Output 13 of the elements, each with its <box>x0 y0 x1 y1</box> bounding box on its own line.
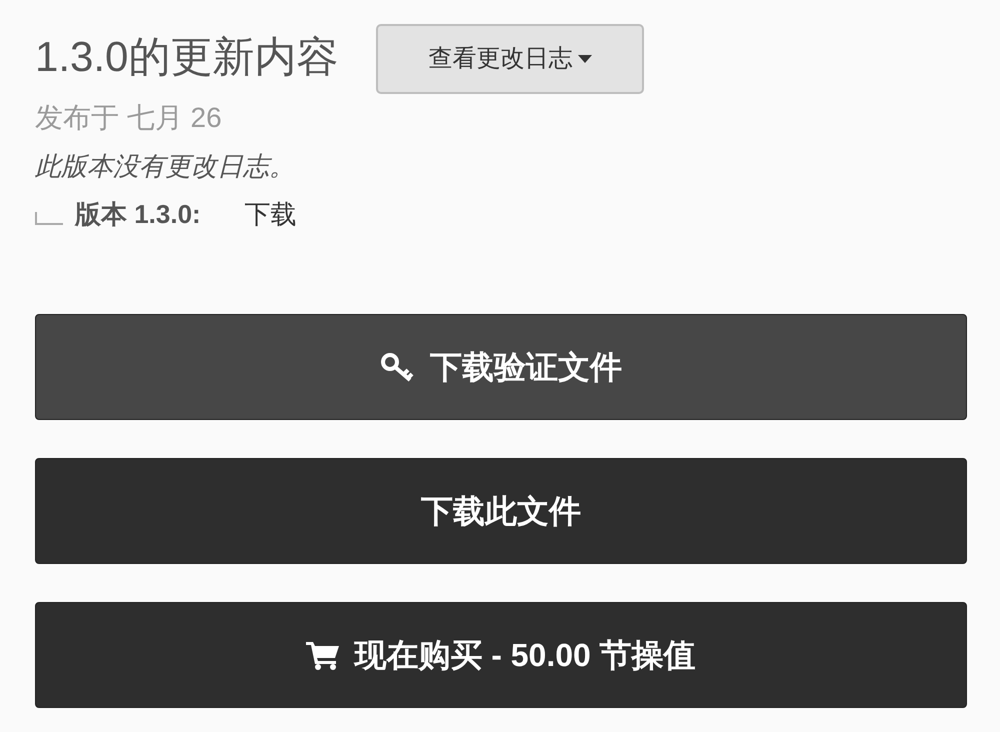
cart-icon <box>306 640 340 670</box>
purchase-button[interactable]: 现在购买 - 50.00 节操值 <box>35 602 967 708</box>
tree-branch-icon <box>35 212 63 226</box>
version-label: 版本 1.3.0: <box>75 198 201 231</box>
page-title: 1.3.0的更新内容 <box>35 32 338 82</box>
key-icon <box>380 352 416 382</box>
download-link[interactable]: 下载 <box>244 196 297 232</box>
verification-download-button[interactable]: 下载验证文件 <box>35 314 967 420</box>
changelog-note: 此版本没有更改日志。 <box>35 150 296 183</box>
download-button[interactable]: 下载此文件 <box>35 458 967 564</box>
caret-icon <box>578 55 592 63</box>
changelog-button[interactable]: 查看更改日志 <box>376 24 644 94</box>
release-date: 发布于 七月 26 <box>35 101 223 135</box>
